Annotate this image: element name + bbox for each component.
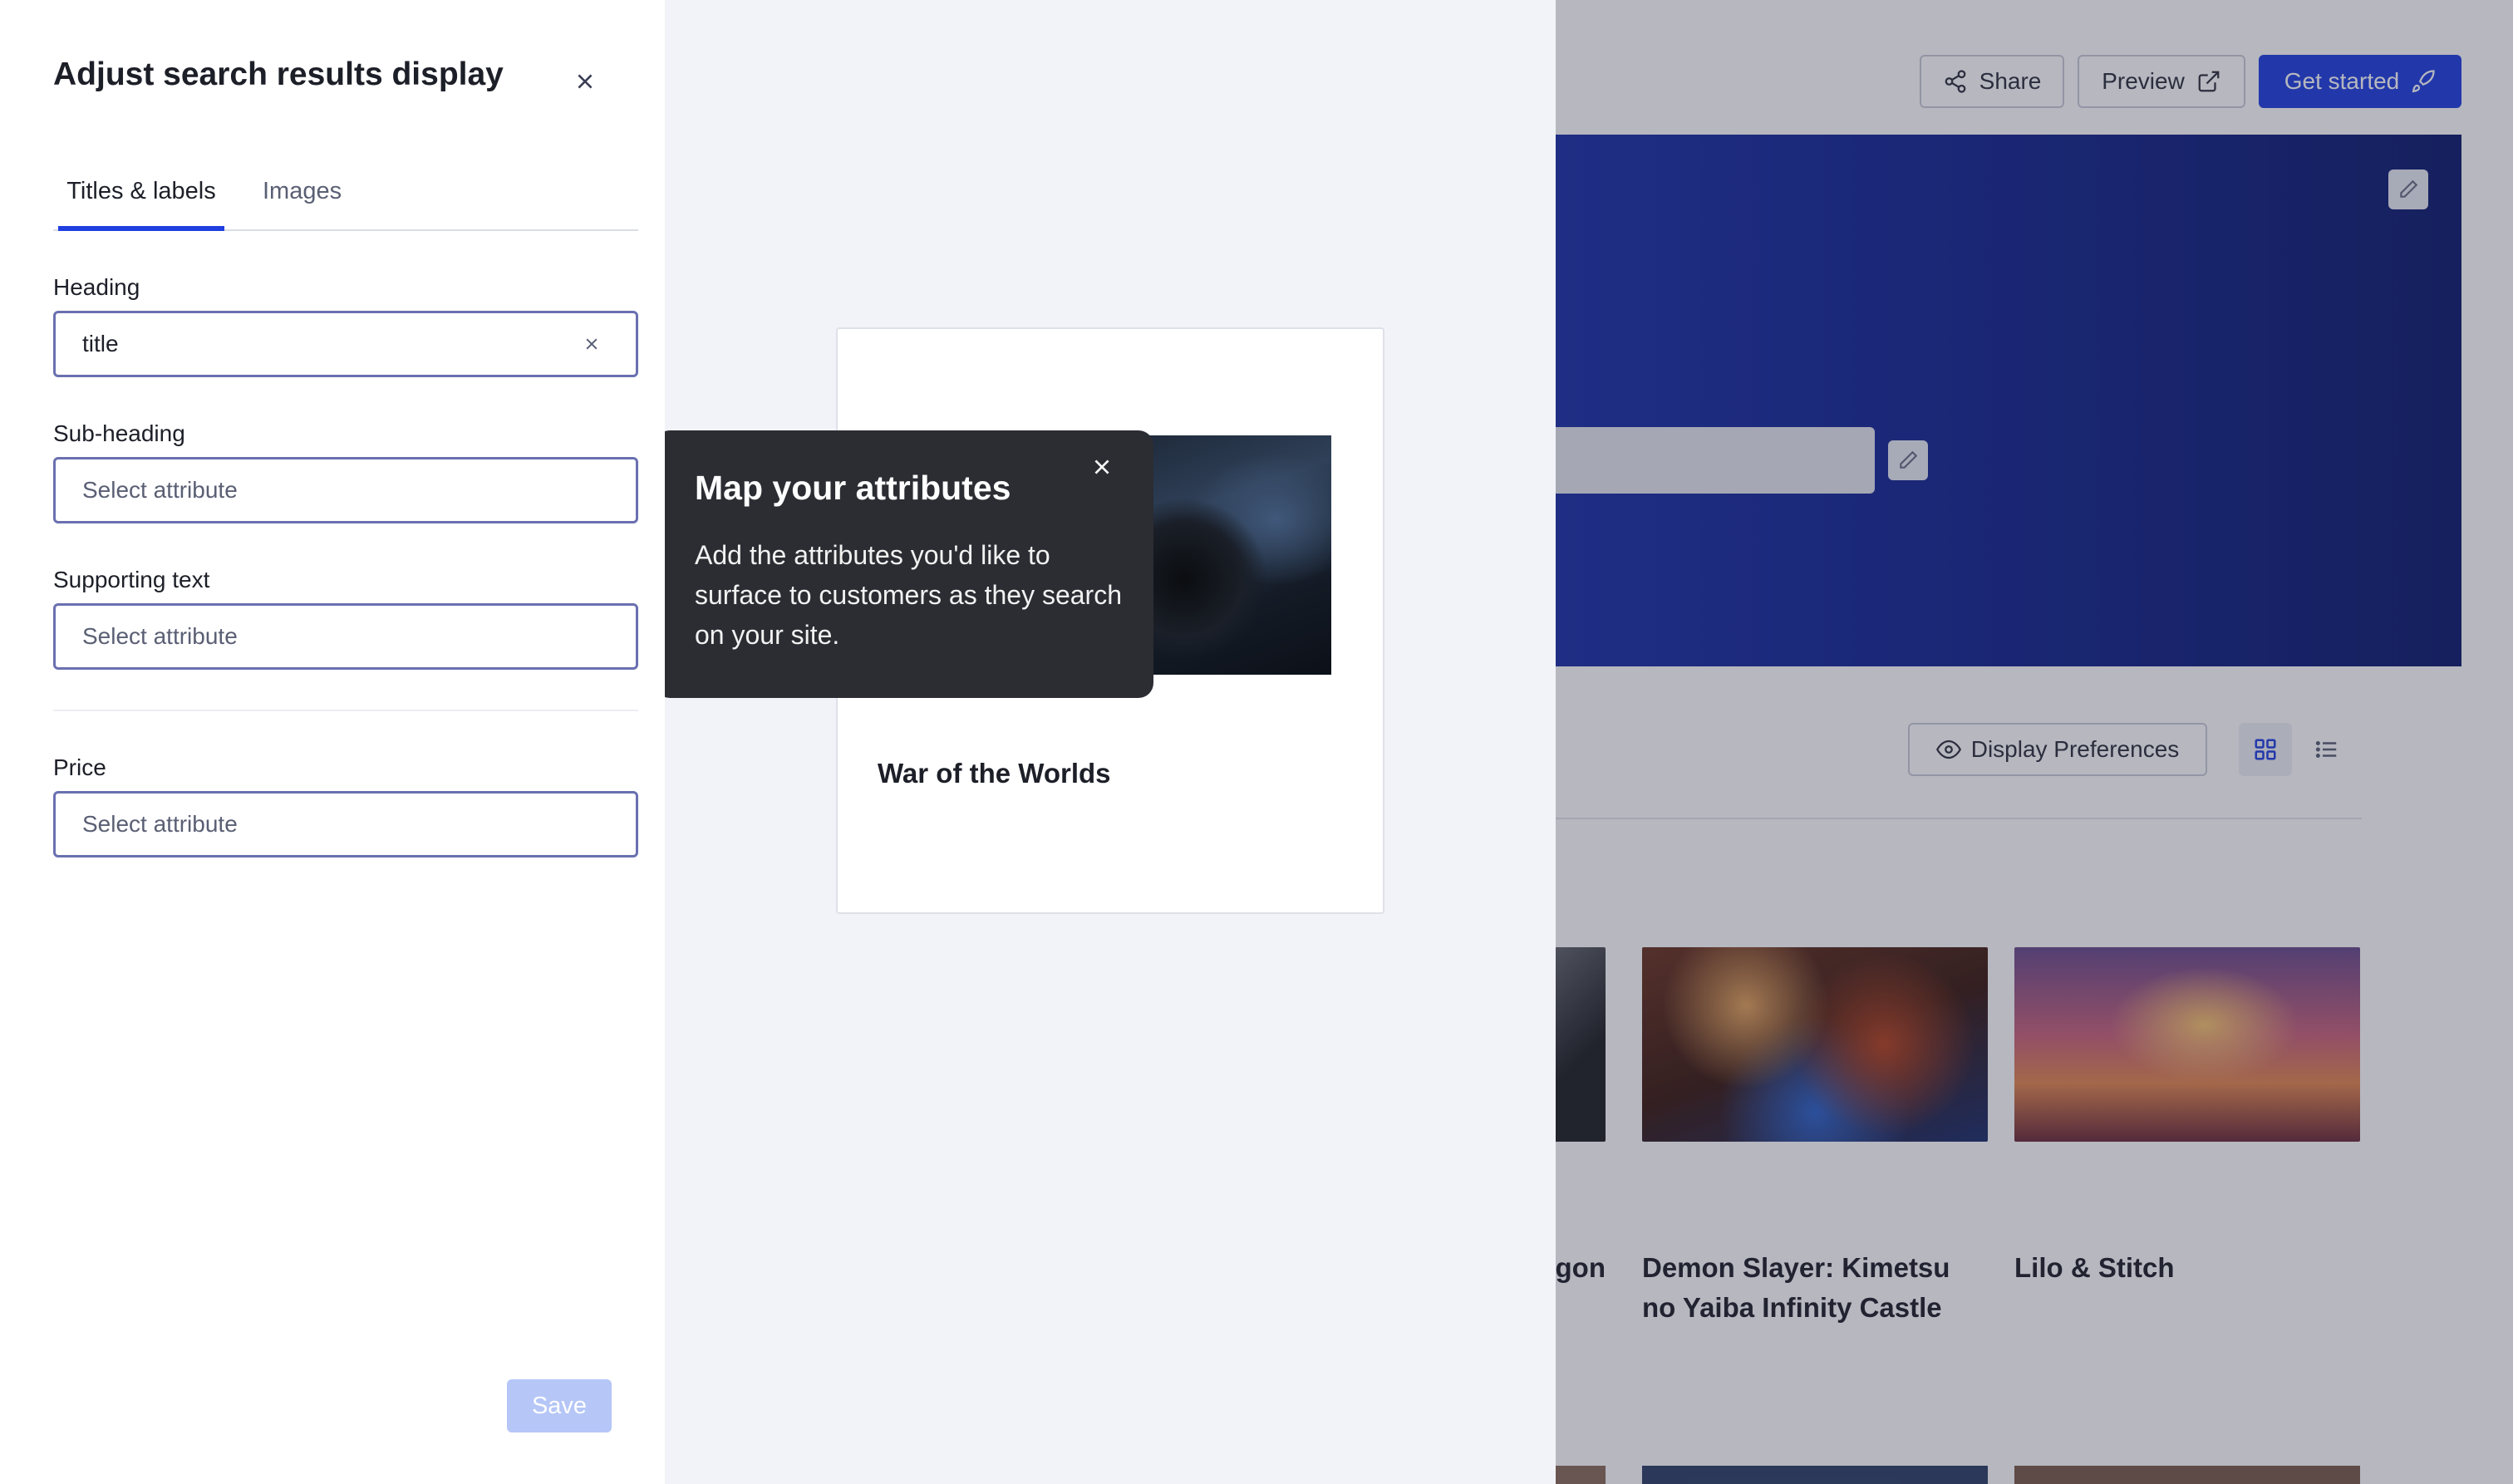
tab-titles-labels[interactable]: Titles & labels [58, 163, 224, 231]
preview-area: War of the Worlds [665, 0, 1556, 1484]
price-label: Price [53, 754, 106, 780]
subheading-select[interactable]: Select attribute [53, 457, 638, 523]
tooltip-close-button[interactable] [1082, 447, 1122, 487]
section-divider [53, 710, 638, 711]
price-select[interactable]: Select attribute [53, 791, 638, 857]
supporting-text-placeholder: Select attribute [82, 623, 238, 649]
supporting-text-label: Supporting text [53, 567, 210, 592]
price-placeholder: Select attribute [82, 811, 238, 837]
settings-panel: Adjust search results display Titles & l… [0, 0, 665, 1484]
tab-images[interactable]: Images [263, 163, 346, 231]
save-button[interactable]: Save [507, 1379, 612, 1432]
tooltip-body: Add the attributes you'd like to surface… [695, 540, 1122, 650]
heading-select[interactable]: title [53, 311, 638, 377]
panel-close-button[interactable] [565, 61, 605, 101]
close-icon [1094, 459, 1109, 474]
clear-icon[interactable] [578, 330, 606, 358]
heading-value: title [82, 331, 119, 356]
onboarding-tooltip: Map your attributes Add the attributes y… [640, 430, 1153, 698]
close-icon [578, 74, 593, 89]
preview-card-title: War of the Worlds [878, 758, 1111, 789]
modal-overlay[interactable] [1556, 0, 2513, 1484]
tab-bar: Titles & labels Images [53, 163, 638, 231]
heading-label: Heading [53, 274, 140, 300]
tooltip-title: Map your attributes [695, 469, 1011, 507]
subheading-label: Sub-heading [53, 420, 185, 446]
supporting-text-select[interactable]: Select attribute [53, 603, 638, 670]
subheading-placeholder: Select attribute [82, 477, 238, 503]
panel-title: Adjust search results display [53, 57, 504, 92]
